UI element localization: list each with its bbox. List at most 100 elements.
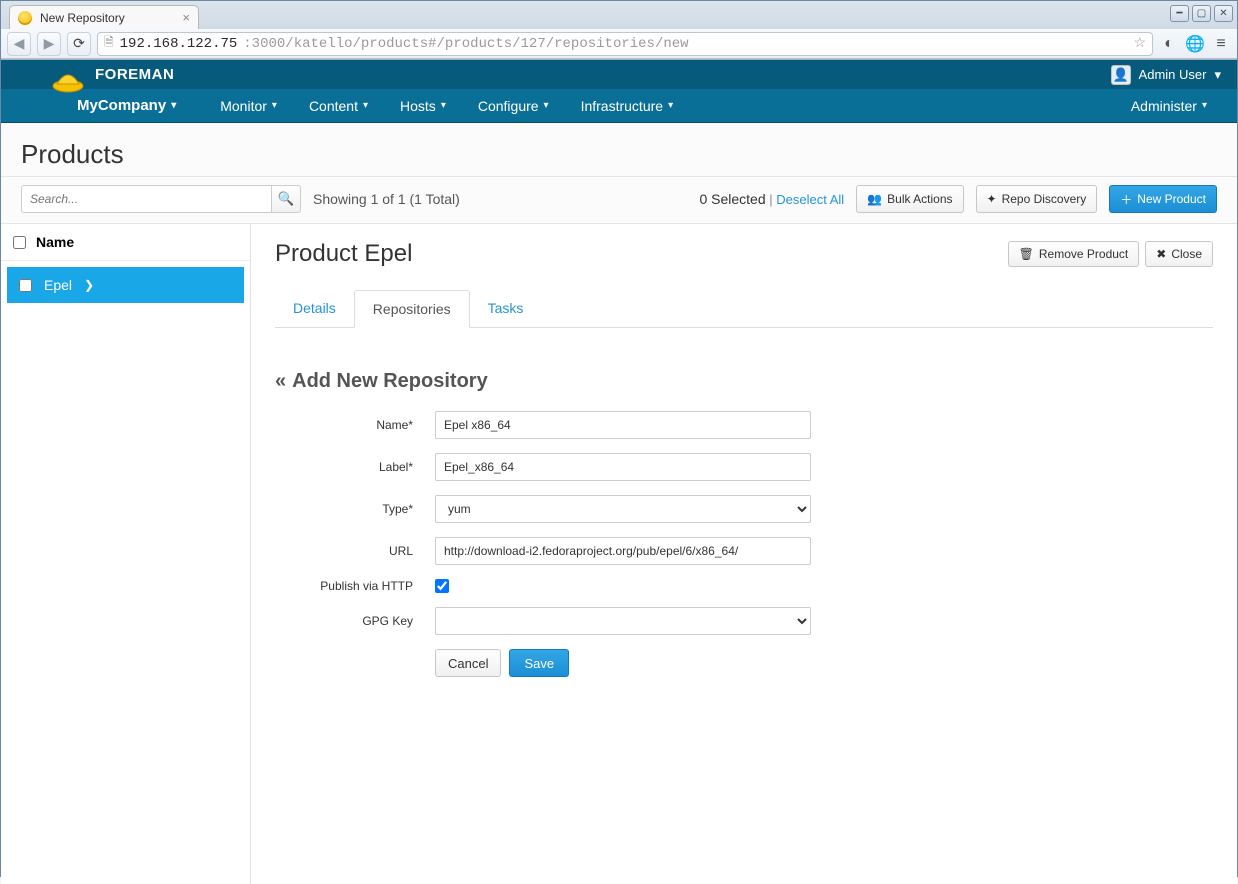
btn-label: Repo Discovery <box>1002 192 1087 206</box>
chevron-down-icon: ▾ <box>171 100 176 111</box>
user-label: Admin User <box>1139 67 1207 82</box>
foreman-favicon <box>18 11 32 25</box>
browser-back-button[interactable]: ◀ <box>7 32 31 56</box>
chevron-down-icon: ▾ <box>668 100 673 111</box>
bulk-actions-button[interactable]: 👥 Bulk Actions <box>856 185 963 213</box>
extension1-icon[interactable]: ◐ <box>1159 34 1179 54</box>
user-avatar-icon: 👤 <box>1111 65 1131 85</box>
nav-infrastructure[interactable]: Infrastructure ▾ <box>565 89 690 122</box>
tab-details[interactable]: Details <box>275 290 354 327</box>
label-label: Label* <box>275 460 435 474</box>
group-icon: 👥 <box>867 192 882 206</box>
type-select[interactable]: yum <box>435 495 811 523</box>
chevron-down-icon: ▾ <box>1202 100 1207 111</box>
detail-pane: Product Epel 🗑Remove Product ✖ Close Deta… <box>251 224 1237 884</box>
url-bar[interactable]: 🗎 192.168.122.75 :3000/katello/products#/… <box>97 32 1153 56</box>
browser-reload-button[interactable]: ⟳ <box>67 32 91 56</box>
page-title: Products <box>21 139 1217 170</box>
section-heading-text: Add New Repository <box>292 370 488 393</box>
gpg-select[interactable] <box>435 607 811 635</box>
type-label: Type* <box>275 502 435 516</box>
compass-icon: ✦ <box>987 192 997 206</box>
row-label: Epel <box>44 277 72 293</box>
detail-title: Product Epel <box>275 240 412 268</box>
chevron-down-icon: ▾ <box>363 100 368 111</box>
app-root: FOREMAN 👤 Admin User ▾ MyCompany ▾ Monit… <box>1 60 1237 884</box>
chevron-down-icon: ▾ <box>272 100 277 111</box>
btn-label: New Product <box>1137 192 1206 206</box>
nav-label: Monitor <box>220 98 267 114</box>
nav-monitor[interactable]: Monitor ▾ <box>204 89 293 122</box>
chevron-down-icon: ▾ <box>441 100 446 111</box>
user-menu[interactable]: 👤 Admin User ▾ <box>1111 65 1221 85</box>
page-info-icon[interactable]: 🗎 <box>104 33 114 54</box>
new-product-button[interactable]: ＋ New Product <box>1109 185 1217 213</box>
label-input[interactable] <box>435 453 811 481</box>
name-label: Name* <box>275 418 435 432</box>
plus-icon: ＋ <box>1120 191 1132 208</box>
chevron-left-double-icon[interactable]: « <box>275 370 286 393</box>
list-header: Name <box>1 224 250 261</box>
page-toolbar: 🔍 Showing 1 of 1 (1 Total) 0 Selected | … <box>1 177 1237 224</box>
close-icon: ✖ <box>1156 247 1166 261</box>
nav-configure[interactable]: Configure ▾ <box>462 89 565 122</box>
extension2-icon[interactable]: 🌐 <box>1185 34 1205 54</box>
publish-label: Publish via HTTP <box>275 579 435 593</box>
name-input[interactable] <box>435 411 811 439</box>
nav-label: Configure <box>478 98 539 114</box>
window-close-button[interactable]: ✕ <box>1214 5 1233 22</box>
name-column-header: Name <box>36 234 74 250</box>
browser-chrome: ━ ▢ ✕ New Repository × ◀ ▶ ⟳ 🗎 192.168.1… <box>1 1 1237 60</box>
product-list-pane: Name Epel ❯ <box>1 224 251 884</box>
nav-administer[interactable]: Administer ▾ <box>1115 89 1237 122</box>
new-repo-form: Name* Label* Type* yum URL <box>275 411 1213 677</box>
url-input[interactable] <box>435 537 811 565</box>
browser-forward-button[interactable]: ▶ <box>37 32 61 56</box>
window-minimize-button[interactable]: ━ <box>1170 5 1189 22</box>
search-input[interactable] <box>21 185 271 213</box>
section-title: « Add New Repository <box>275 370 1213 393</box>
search-button[interactable]: 🔍 <box>271 185 301 213</box>
repo-discovery-button[interactable]: ✦ Repo Discovery <box>976 185 1098 213</box>
cancel-button[interactable]: Cancel <box>435 649 501 677</box>
nav-label: Content <box>309 98 358 114</box>
list-item[interactable]: Epel ❯ <box>7 267 244 303</box>
remove-product-button[interactable]: 🗑Remove Product <box>1008 241 1140 267</box>
window-maximize-button[interactable]: ▢ <box>1192 5 1211 22</box>
browser-menu-icon[interactable]: ≡ <box>1211 34 1231 54</box>
selection-summary: 0 Selected | Deselect All <box>699 191 844 207</box>
row-checkbox[interactable] <box>19 279 32 292</box>
browser-tab-title: New Repository <box>40 11 125 25</box>
url-path: :3000/katello/products#/products/127/rep… <box>243 36 688 52</box>
chevron-right-icon: ❯ <box>84 278 94 292</box>
nav-label: Infrastructure <box>581 98 663 114</box>
nav-content[interactable]: Content ▾ <box>293 89 384 122</box>
chevron-down-icon: ▾ <box>544 100 549 111</box>
browser-tab[interactable]: New Repository × <box>9 5 199 29</box>
nav-label: Administer <box>1131 98 1197 114</box>
btn-label: Close <box>1171 247 1202 261</box>
deselect-all-link[interactable]: Deselect All <box>776 192 844 207</box>
btn-label: Remove Product <box>1039 247 1128 261</box>
main-nav: MyCompany ▾ Monitor ▾ Content ▾ Hosts▾ Con… <box>1 89 1237 123</box>
page-header: Products <box>1 123 1237 177</box>
brand-text: FOREMAN <box>95 66 174 83</box>
app-topbar: FOREMAN 👤 Admin User ▾ <box>1 60 1237 89</box>
url-host: 192.168.122.75 <box>120 36 238 52</box>
search-icon: 🔍 <box>278 191 295 207</box>
btn-label: Bulk Actions <box>887 192 952 206</box>
select-all-checkbox[interactable] <box>13 236 26 249</box>
tab-close-icon[interactable]: × <box>182 10 190 25</box>
chevron-down-icon: ▾ <box>1214 67 1221 83</box>
save-button[interactable]: Save <box>509 649 569 677</box>
tab-repositories[interactable]: Repositories <box>354 290 470 328</box>
org-name: MyCompany <box>77 97 166 114</box>
close-button[interactable]: ✖ Close <box>1145 241 1213 267</box>
detail-tabs: Details Repositories Tasks <box>275 290 1213 328</box>
publish-http-checkbox[interactable] <box>435 579 449 593</box>
tab-tasks[interactable]: Tasks <box>470 290 542 327</box>
selected-count: 0 Selected <box>699 191 765 207</box>
nav-hosts[interactable]: Hosts▾ <box>384 89 462 122</box>
foreman-logo-icon <box>51 64 85 94</box>
bookmark-star-icon[interactable]: ☆ <box>1133 35 1146 52</box>
